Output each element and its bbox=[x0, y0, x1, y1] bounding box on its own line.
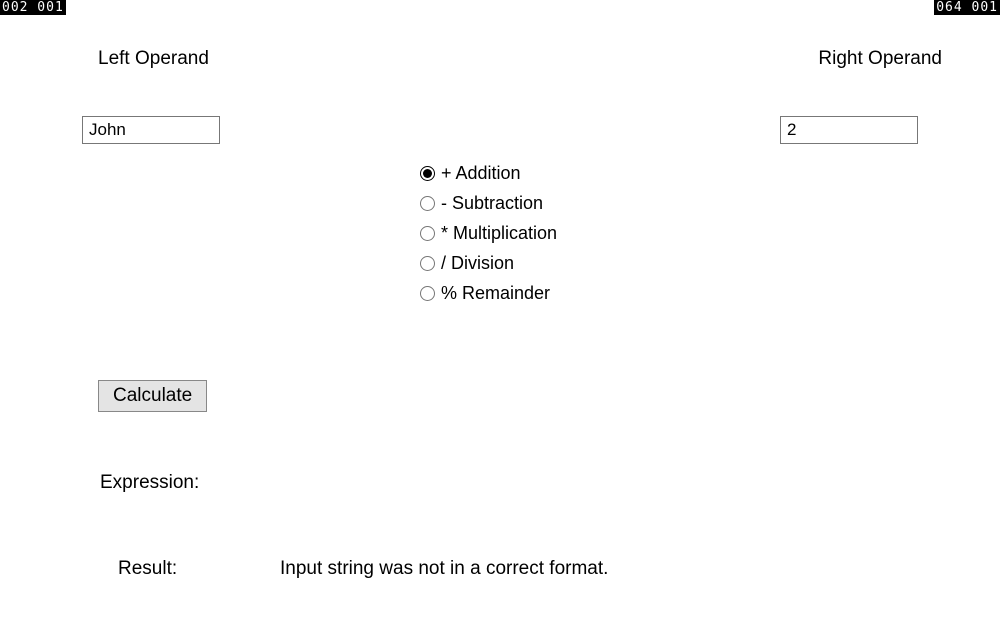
radio-remainder-input[interactable] bbox=[420, 286, 435, 301]
radio-division[interactable]: / Division bbox=[420, 248, 557, 278]
calculate-button[interactable]: Calculate bbox=[98, 380, 207, 412]
radio-addition[interactable]: + Addition bbox=[420, 158, 557, 188]
right-operand-label: Right Operand bbox=[818, 48, 942, 70]
radio-subtraction-label: - Subtraction bbox=[441, 188, 543, 218]
radio-multiplication-label: * Multiplication bbox=[441, 218, 557, 248]
left-operand-label: Left Operand bbox=[98, 48, 209, 70]
corner-tag-left: 002 001 bbox=[0, 0, 66, 15]
radio-addition-label: + Addition bbox=[441, 158, 521, 188]
radio-multiplication-input[interactable] bbox=[420, 226, 435, 241]
result-value: Input string was not in a correct format… bbox=[280, 558, 608, 580]
operation-radio-group: + Addition - Subtraction * Multiplicatio… bbox=[420, 158, 557, 308]
radio-multiplication[interactable]: * Multiplication bbox=[420, 218, 557, 248]
radio-remainder[interactable]: % Remainder bbox=[420, 278, 557, 308]
right-operand-input[interactable] bbox=[780, 116, 918, 144]
radio-addition-input[interactable] bbox=[420, 166, 435, 181]
radio-remainder-label: % Remainder bbox=[441, 278, 550, 308]
corner-tag-right: 064 001 bbox=[934, 0, 1000, 15]
radio-division-input[interactable] bbox=[420, 256, 435, 271]
result-label: Result: bbox=[118, 558, 177, 580]
expression-label: Expression: bbox=[100, 472, 199, 494]
radio-subtraction[interactable]: - Subtraction bbox=[420, 188, 557, 218]
radio-subtraction-input[interactable] bbox=[420, 196, 435, 211]
left-operand-input[interactable] bbox=[82, 116, 220, 144]
radio-division-label: / Division bbox=[441, 248, 514, 278]
